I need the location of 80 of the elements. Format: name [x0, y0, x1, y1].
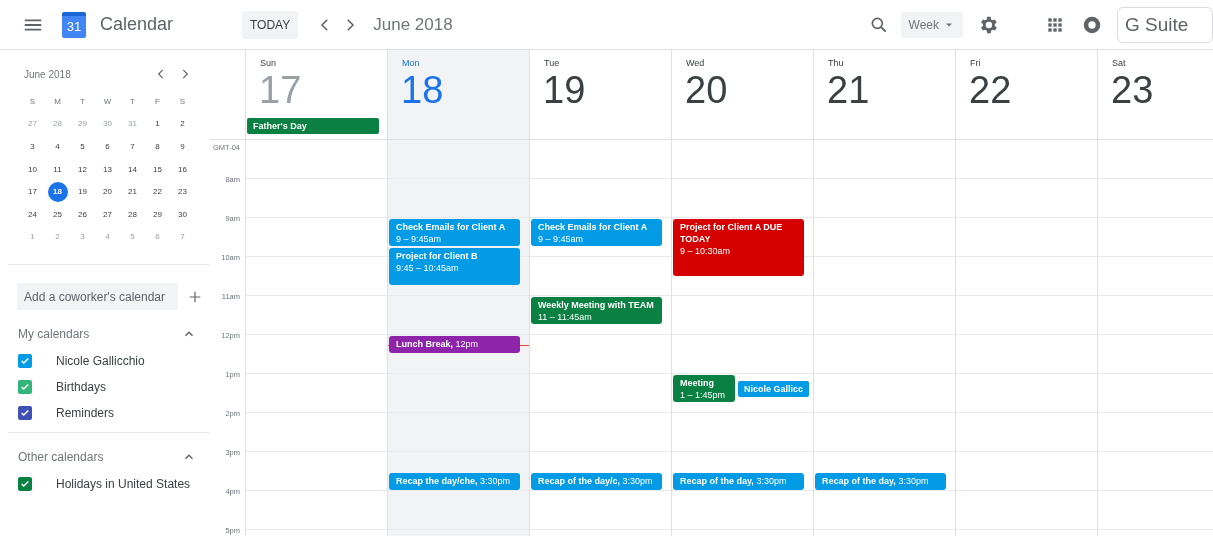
section-title: Other calendars — [18, 450, 105, 465]
day-number[interactable]: 9 — [172, 136, 193, 157]
weekday-letter: T — [130, 96, 135, 106]
day-number[interactable]: 21 — [122, 181, 143, 202]
weekday-letter: T — [80, 96, 85, 106]
calendar-event[interactable]: Meeting 1 – 1:45pm — [673, 375, 735, 403]
weekday-letter: S — [179, 96, 186, 106]
day-number[interactable]: 27 — [97, 204, 118, 225]
checkbox[interactable] — [18, 380, 32, 395]
calendar-name: Reminders — [56, 406, 115, 421]
day-number[interactable]: 17 — [22, 181, 43, 202]
day-number[interactable]: 30 — [172, 204, 193, 225]
calendar-logo: 31 — [62, 11, 86, 38]
date-number[interactable]: 18 — [401, 68, 529, 112]
day-number[interactable]: 12 — [72, 159, 93, 180]
checkmark-icon — [20, 408, 30, 419]
day-number[interactable]: 19 — [72, 181, 93, 202]
calendar-event[interactable]: Weekly Meeting with TEAM 11 – 11:45am — [531, 297, 662, 325]
view-dropdown[interactable]: Week — [900, 11, 963, 38]
day-number[interactable]: 23 — [172, 181, 193, 202]
weekday-label: Tue — [544, 58, 561, 68]
checkbox[interactable] — [18, 354, 32, 369]
day-column[interactable]: Check Emails for Client A 9 – 9:45am Project for Client B 9:45 – 10:45am Lunch Break, 12pm Recap the day/che, 3:30pm — [388, 139, 530, 536]
app-name: Calendar — [100, 14, 175, 35]
weekday-label: Wed — [686, 58, 706, 68]
checkbox[interactable] — [18, 477, 32, 492]
day-number[interactable]: 14 — [122, 159, 143, 180]
day-number[interactable]: 5 — [72, 136, 93, 157]
all-day-event[interactable]: Father's Day — [247, 118, 379, 134]
calendar-event[interactable]: Project for Client A DUE TODAY 9 – 10:30am — [673, 219, 804, 276]
date-number[interactable]: 23 — [1111, 68, 1213, 112]
date-number[interactable]: 20 — [685, 68, 813, 112]
date-number[interactable]: 21 — [827, 68, 955, 112]
checkbox[interactable] — [18, 406, 32, 421]
day-number[interactable]: 1 — [147, 113, 168, 134]
calendar-name: Holidays in United States — [56, 477, 191, 492]
weekday-letter: F — [155, 96, 160, 106]
date-number[interactable]: 19 — [543, 68, 671, 112]
date-number[interactable]: 22 — [969, 68, 1097, 112]
day-number[interactable]: 29 — [147, 204, 168, 225]
checkmark-icon — [20, 382, 30, 393]
day-number[interactable]: 3 — [22, 136, 43, 157]
day-number[interactable]: 8 — [147, 136, 168, 157]
today-button[interactable]: TODAY — [242, 10, 299, 39]
section-title: My calendars — [18, 327, 91, 342]
day-number[interactable]: 15 — [147, 159, 168, 180]
day-number[interactable]: 16 — [172, 159, 193, 180]
brand-badge[interactable]: G Suite — [1117, 6, 1213, 43]
current-period: June 2018 — [373, 14, 453, 35]
day-number[interactable]: 28 — [122, 204, 143, 225]
day-number[interactable]: 4 — [47, 136, 68, 157]
day-number[interactable]: 20 — [97, 181, 118, 202]
day-number[interactable]: 26 — [72, 204, 93, 225]
day-number[interactable]: 13 — [97, 159, 118, 180]
day-number[interactable]: 10 — [22, 159, 43, 180]
calendar-name: Nicole Gallicchio — [56, 354, 145, 369]
checkmark-icon — [20, 356, 30, 367]
mini-calendar-title: June 2018 — [24, 68, 72, 80]
day-number[interactable]: 25 — [47, 204, 68, 225]
weekday-label: Sat — [1112, 58, 1127, 68]
weekday-label: Mon — [402, 58, 421, 68]
weekday-label: Sun — [260, 58, 277, 68]
calendar-name: Birthdays — [56, 380, 107, 395]
weekday-letter: W — [103, 96, 112, 106]
day-number[interactable]: 24 — [22, 204, 43, 225]
day-number[interactable]: 2 — [172, 113, 193, 134]
coworker-search-field[interactable]: Add a coworker's calendar — [17, 283, 178, 311]
day-number[interactable]: 11 — [47, 159, 68, 180]
day-number[interactable]: 7 — [122, 136, 143, 157]
day-number[interactable]: 22 — [147, 181, 168, 202]
weekday-label: Thu — [828, 58, 845, 68]
weekday-label: Fri — [970, 58, 982, 68]
day-column[interactable]: Project for Client A DUE TODAY 9 – 10:30am Meeting 1 – 1:45pm Nicole Gallicc Recap of the day, 3:30pm — [672, 139, 814, 536]
weekday-letter: M — [54, 96, 61, 106]
weekday-letter: S — [29, 96, 36, 106]
day-number[interactable]: 18 — [47, 181, 68, 202]
calendar-event[interactable]: Lunch Break, 12pm — [389, 336, 520, 353]
day-number[interactable]: 6 — [97, 136, 118, 157]
checkmark-icon — [20, 479, 30, 490]
day-column[interactable]: Check Emails for Client A 9 – 9:45am Weekly Meeting with TEAM 11 – 11:45am Recap of the day/c, 3:30pm — [530, 139, 672, 536]
